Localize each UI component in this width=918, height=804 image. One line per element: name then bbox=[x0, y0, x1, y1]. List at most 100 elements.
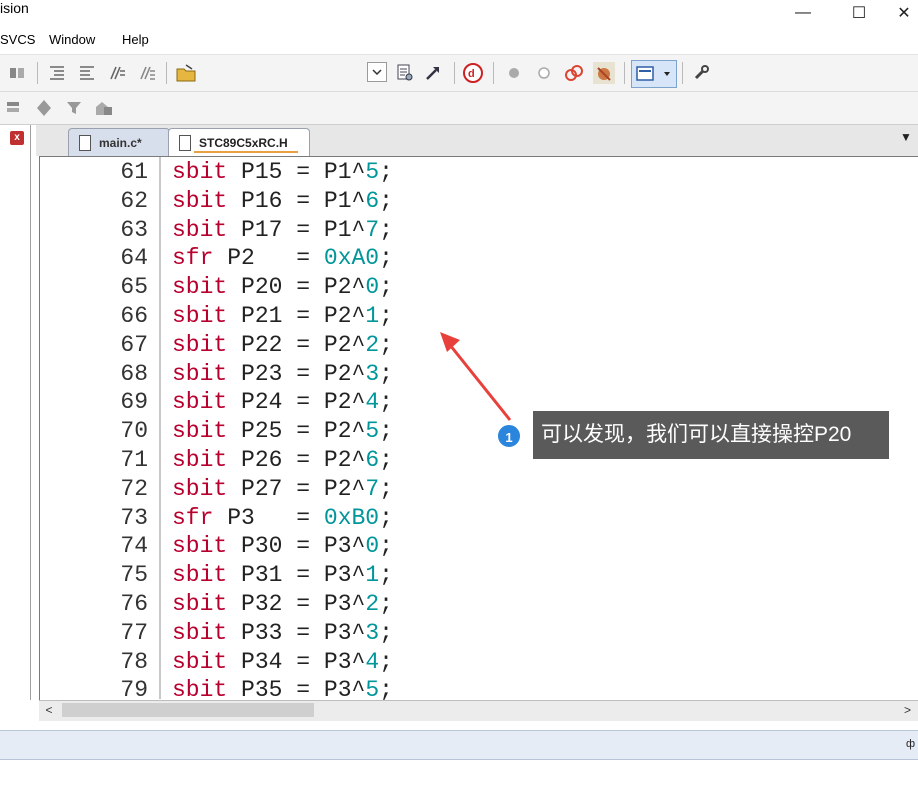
keyword: sbit bbox=[172, 447, 228, 473]
breakpoint-icon[interactable] bbox=[503, 62, 525, 84]
find-icon[interactable] bbox=[6, 62, 28, 84]
value-number: 0 bbox=[365, 533, 380, 560]
line-number: 62 bbox=[120, 187, 148, 214]
keyword: sbit bbox=[172, 418, 228, 445]
keyword: sbit bbox=[172, 533, 228, 560]
code-text: sbit P23 = P2^3; bbox=[172, 360, 393, 387]
value-number: 5 bbox=[365, 677, 380, 701]
identifier: P35 bbox=[241, 677, 283, 701]
dropdown-arrow-icon[interactable] bbox=[367, 62, 387, 82]
value-text: P1^ bbox=[323, 187, 366, 214]
project-pane bbox=[0, 125, 31, 700]
tab-main-c[interactable]: main.c* bbox=[68, 128, 170, 156]
code-line: 61 sbit P15 = P1^5; bbox=[40, 158, 918, 187]
value-number: 0 bbox=[365, 274, 380, 301]
kill-breakpoints-icon[interactable] bbox=[593, 62, 615, 84]
value-text: P2^ bbox=[323, 331, 366, 358]
value-number: 3 bbox=[365, 360, 380, 387]
close-icon[interactable]: x bbox=[10, 131, 24, 145]
comment-icon[interactable] bbox=[106, 62, 128, 84]
file-icon bbox=[179, 134, 191, 151]
wrench-icon[interactable] bbox=[690, 62, 712, 84]
operator: = bbox=[296, 677, 311, 701]
operator: = bbox=[296, 648, 311, 675]
code-line: 73 sfr P3 = 0xB0; bbox=[40, 504, 918, 533]
line-number: 76 bbox=[120, 591, 148, 617]
menu-help[interactable]: Help bbox=[117, 26, 154, 54]
open-folder-icon[interactable] bbox=[175, 62, 197, 84]
value-text: P1^ bbox=[323, 159, 366, 185]
menu-window[interactable]: Window bbox=[44, 26, 100, 54]
annotation-callout: 可以发现，我们可以直接操控P20 bbox=[533, 411, 889, 459]
components-icon[interactable] bbox=[93, 97, 115, 119]
gutter-divider bbox=[159, 157, 161, 699]
menu-bar: SVCS Window Help bbox=[0, 26, 918, 55]
indent-icon[interactable] bbox=[46, 62, 68, 84]
value-number: 5 bbox=[365, 159, 380, 185]
breakpoint-disabled-icon[interactable] bbox=[533, 62, 555, 84]
value-number: 4 bbox=[365, 389, 380, 416]
identifier: P31 bbox=[241, 562, 283, 589]
keyword: sbit bbox=[172, 677, 228, 701]
tab-list-dropdown-icon[interactable]: ▼ bbox=[900, 130, 912, 144]
identifier: P20 bbox=[241, 274, 283, 301]
code-text: sfr P2 = 0xA0; bbox=[172, 245, 393, 272]
download-icon[interactable] bbox=[422, 62, 444, 84]
scroll-left-button[interactable]: < bbox=[41, 702, 57, 718]
stack-icon[interactable] bbox=[2, 97, 24, 119]
funnel-icon[interactable] bbox=[63, 97, 85, 119]
identifier: P33 bbox=[241, 619, 283, 646]
scroll-right-button[interactable]: > bbox=[904, 702, 918, 718]
keyword: sbit bbox=[172, 389, 228, 416]
diamond-icon[interactable] bbox=[33, 97, 55, 119]
identifier: P26 bbox=[241, 447, 283, 473]
value-number: 6 bbox=[365, 447, 380, 473]
line-number: 67 bbox=[120, 331, 148, 358]
project-toolbar bbox=[0, 92, 918, 125]
line-number: 65 bbox=[120, 274, 148, 301]
document-find-icon[interactable] bbox=[394, 62, 416, 84]
value-text: P2^ bbox=[323, 418, 366, 445]
menu-svcs[interactable]: SVCS bbox=[0, 26, 40, 54]
line-number: 69 bbox=[120, 389, 148, 416]
code-line: 62 sbit P16 = P1^6; bbox=[40, 187, 918, 216]
value-text: P2^ bbox=[323, 274, 366, 301]
maximize-button[interactable]: ☐ bbox=[836, 0, 882, 26]
uncomment-icon[interactable] bbox=[136, 62, 158, 84]
unindent-icon[interactable] bbox=[76, 62, 98, 84]
value-text: P3^ bbox=[323, 648, 366, 675]
value-text: P3^ bbox=[323, 619, 366, 646]
value-text: P2^ bbox=[323, 475, 366, 502]
identifier: P16 bbox=[241, 187, 283, 214]
toolbar-separator bbox=[493, 62, 494, 84]
value-number: 7 bbox=[365, 475, 380, 502]
value-number: 3 bbox=[365, 619, 380, 646]
operator: = bbox=[296, 187, 311, 214]
code-text: sbit P25 = P2^5; bbox=[172, 418, 393, 445]
value-number: 2 bbox=[365, 331, 380, 358]
scrollbar-thumb[interactable] bbox=[62, 703, 314, 717]
toolbar-separator bbox=[37, 62, 38, 84]
identifier: P25 bbox=[241, 418, 283, 445]
window-layout-dropdown[interactable] bbox=[631, 60, 677, 88]
operator: = bbox=[296, 360, 311, 387]
keyword: sbit bbox=[172, 187, 228, 214]
minimize-button[interactable]: — bbox=[780, 0, 826, 26]
identifier: P34 bbox=[241, 648, 283, 675]
close-button[interactable]: ✕ bbox=[890, 0, 918, 26]
keyword: sbit bbox=[172, 159, 228, 185]
clear-breakpoints-icon[interactable] bbox=[563, 62, 585, 84]
identifier: P17 bbox=[241, 216, 283, 243]
code-line: 75 sbit P31 = P3^1; bbox=[40, 561, 918, 590]
code-text: sbit P17 = P1^7; bbox=[172, 216, 393, 243]
line-number: 74 bbox=[120, 533, 148, 560]
line-number: 70 bbox=[120, 418, 148, 445]
identifier: P21 bbox=[241, 303, 283, 329]
operator: = bbox=[296, 447, 311, 473]
operator: = bbox=[296, 619, 311, 646]
identifier: P32 bbox=[241, 591, 283, 617]
debug-icon[interactable]: d bbox=[462, 62, 484, 84]
code-text: sbit P33 = P3^3; bbox=[172, 619, 393, 646]
output-panel-header bbox=[0, 730, 918, 760]
pin-icon[interactable]: ф bbox=[906, 738, 915, 750]
